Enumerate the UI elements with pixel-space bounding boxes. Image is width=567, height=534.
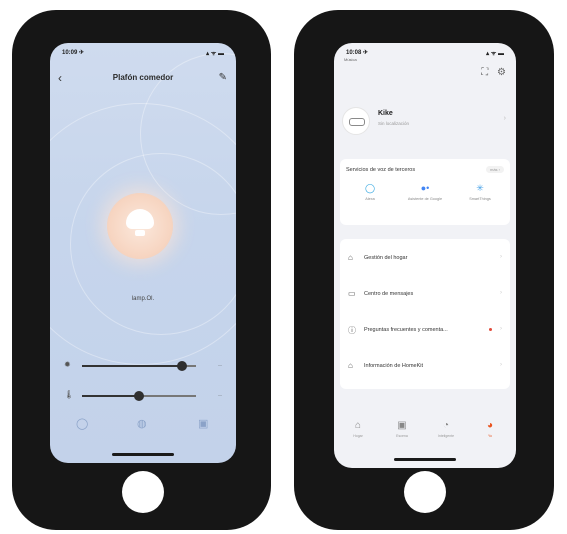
- voice-services-card: Servicios de voz de terceros más › ◯ Ale…: [340, 159, 510, 225]
- screen-header: ‹ Plafón comedor ✎: [50, 71, 236, 89]
- slider-handle[interactable]: [134, 391, 144, 401]
- menu-item-faq[interactable]: ⓘ Preguntas frecuentes y comenta... ›: [340, 311, 510, 347]
- menu-item-label: Preguntas frecuentes y comenta...: [364, 327, 448, 333]
- voice-services-more-button[interactable]: más ›: [486, 166, 504, 173]
- profile-header[interactable]: Kike Sin localización ›: [342, 95, 508, 147]
- pencil-icon[interactable]: ✎: [219, 72, 227, 83]
- settings-icon[interactable]: ⚙: [497, 67, 506, 78]
- phone-left: 10:09 ✈ ▴ ᯤ ▬ ‹ Plafón comedor ✎ lamp.Ol…: [12, 10, 271, 530]
- menu-item-label: Información de HomeKit: [364, 363, 423, 369]
- lamp-control-screen: 10:09 ✈ ▴ ᯤ ▬ ‹ Plafón comedor ✎ lamp.Ol…: [50, 43, 236, 463]
- scan-icon[interactable]: ⛶: [481, 67, 488, 78]
- slider-track[interactable]: [82, 391, 196, 401]
- voice-services-title: Servicios de voz de terceros: [346, 167, 416, 173]
- menu-item-homekit[interactable]: ⌂ Información de HomeKit ›: [340, 347, 510, 383]
- voice-service-alexa[interactable]: ◯ Alexa: [342, 183, 398, 202]
- menu-item-label: Centro de mensajes: [364, 291, 414, 297]
- status-time: 10:09 ✈: [62, 50, 85, 56]
- alexa-icon: ◯: [364, 183, 376, 193]
- device-tab-bar: ◯ ◍ ▣: [50, 407, 236, 443]
- voice-service-google[interactable]: ●• Asistente de Google: [397, 183, 453, 202]
- chevron-right-icon: ›: [500, 254, 502, 260]
- status-bar: 10:08 ✈ ▴ ᯤ ▬: [334, 43, 516, 59]
- chevron-right-icon: ›: [500, 326, 502, 332]
- avatar[interactable]: [342, 107, 370, 135]
- smartthings-icon: ✳: [476, 183, 484, 193]
- status-back-app[interactable]: Música: [344, 57, 357, 62]
- settings-menu: ⌂ Gestión del hogar › ▭ Centro de mensaj…: [340, 239, 510, 389]
- home-button[interactable]: [122, 471, 164, 513]
- menu-item-home-management[interactable]: ⌂ Gestión del hogar ›: [340, 239, 510, 275]
- home-indicator[interactable]: [112, 453, 174, 456]
- status-signal: ▴ ᯤ ▬: [486, 51, 504, 57]
- schedule-icon[interactable]: ▣: [198, 417, 208, 430]
- lamp-icon: [126, 209, 154, 239]
- chevron-right-icon: ›: [503, 115, 506, 122]
- voice-service-label: Alexa: [365, 197, 375, 201]
- help-icon: ⓘ: [348, 326, 356, 335]
- menu-item-message-center[interactable]: ▭ Centro de mensajes ›: [340, 275, 510, 311]
- profile-screen: 10:08 ✈ ▴ ᯤ ▬ Música ⛶ ⚙ Kike Sin locali…: [334, 43, 516, 468]
- profile-subtitle: Sin localización: [378, 121, 410, 126]
- slider-value: —: [218, 362, 222, 367]
- brightness-slider[interactable]: ✹ —: [64, 359, 226, 373]
- status-bar: 10:09 ✈ ▴ ᯤ ▬: [50, 43, 236, 59]
- me-tab-icon: ◕: [486, 420, 494, 431]
- lamp-power-button[interactable]: [107, 193, 173, 259]
- google-assistant-icon: ●•: [420, 183, 430, 193]
- voice-service-label: Asistente de Google: [407, 197, 443, 201]
- home-tab-icon: ⌂: [354, 420, 362, 431]
- brightness-icon: ✹: [64, 360, 71, 369]
- phone-right: 10:08 ✈ ▴ ᯤ ▬ Música ⛶ ⚙ Kike Sin locali…: [294, 10, 554, 530]
- temperature-icon: 🌡: [64, 390, 75, 399]
- scene-tab-icon: ▣: [397, 420, 407, 431]
- smart-tab-icon: ◔: [442, 420, 450, 431]
- lamp-state-label: lamp.Ol.: [131, 296, 155, 302]
- notification-dot: [489, 328, 492, 331]
- status-signal: ▴ ᯤ ▬: [206, 51, 224, 57]
- bottom-tab-bar: ⌂ Hogar ▣ Escena ◔ Inteligente ◕ Yo: [334, 420, 516, 452]
- tab-label: Hogar: [353, 434, 363, 438]
- power-icon[interactable]: ◯: [76, 417, 88, 430]
- voice-service-smartthings[interactable]: ✳ SmartThings: [452, 183, 508, 202]
- voice-service-label: SmartThings: [469, 197, 491, 201]
- tab-label: Yo: [488, 434, 492, 438]
- slider-value: —: [218, 392, 222, 397]
- tab-smart[interactable]: ◔ Inteligente: [428, 420, 464, 438]
- homekit-icon: ⌂: [348, 361, 353, 370]
- menu-item-label: Gestión del hogar: [364, 255, 408, 261]
- top-actions: ⛶ ⚙: [475, 67, 506, 78]
- message-icon: ▭: [348, 289, 356, 298]
- profile-name: Kike: [378, 110, 393, 117]
- status-time: 10:08 ✈: [346, 50, 369, 56]
- chevron-right-icon: ›: [500, 362, 502, 368]
- tab-me[interactable]: ◕ Yo: [472, 420, 508, 438]
- home-indicator[interactable]: [394, 458, 456, 461]
- home-button[interactable]: [404, 471, 446, 513]
- slider-handle[interactable]: [177, 361, 188, 371]
- tab-label: Inteligente: [437, 434, 455, 438]
- chevron-right-icon: ›: [500, 290, 502, 296]
- tab-home[interactable]: ⌂ Hogar: [340, 420, 376, 438]
- tab-scene[interactable]: ▣ Escena: [384, 420, 420, 438]
- tab-label: Escena: [396, 434, 408, 438]
- color-temperature-slider[interactable]: 🌡 —: [64, 389, 226, 403]
- timer-icon[interactable]: ◍: [137, 417, 147, 430]
- slider-track[interactable]: [82, 361, 196, 371]
- home-icon: ⌂: [348, 253, 353, 262]
- page-title: Plafón comedor: [112, 73, 174, 82]
